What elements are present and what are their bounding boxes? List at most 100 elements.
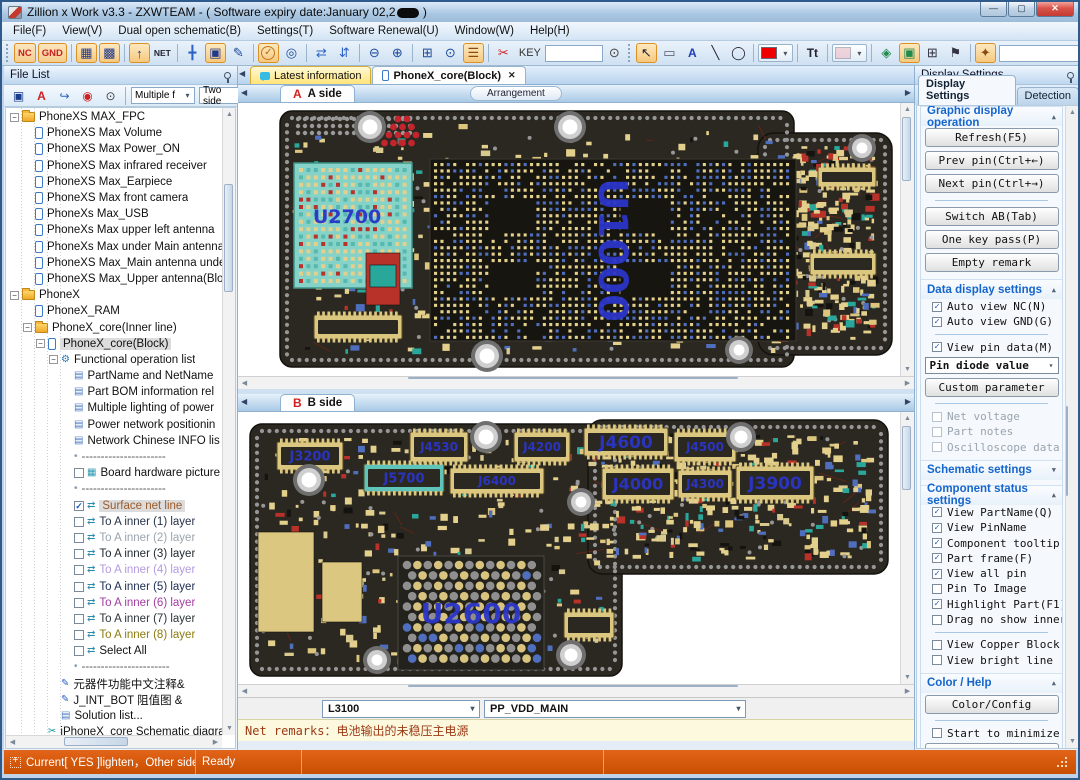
custom-parameter-button[interactable]: Custom parameter	[925, 378, 1059, 397]
checkbox-view-all-pin[interactable]: ✓View all pin	[921, 566, 1062, 581]
export-icon[interactable]: ↪	[54, 86, 75, 106]
section-header-graphic-display-operation[interactable]: Graphic display operation▲	[921, 106, 1062, 126]
select-cursor-icon[interactable]: ↖	[636, 43, 657, 63]
checkbox-icon[interactable]: ✓	[932, 302, 942, 312]
checkbox-icon[interactable]	[932, 655, 942, 665]
checkbox-icon[interactable]: ✓	[932, 569, 942, 579]
search-icon[interactable]: ⊙	[100, 86, 121, 106]
a-side-tab[interactable]: A A side	[280, 85, 355, 102]
snapshot-icon[interactable]: ◈	[876, 43, 897, 63]
tree-item-phonexs-max-upper-left-antenna[interactable]: PhoneXs Max upper left antenna	[6, 222, 222, 238]
collapse-icon[interactable]: ▲	[1052, 491, 1056, 499]
find-part-icon[interactable]: ⊙	[440, 43, 461, 63]
top-side-icon[interactable]: ▦	[76, 43, 97, 63]
tree-item-phonexs-max-earpiece[interactable]: PhoneXS Max_Earpiece	[6, 174, 222, 190]
one-key-pass-p-button[interactable]: One key pass(P)	[925, 230, 1059, 249]
tab-latest-information[interactable]: Latest information	[250, 66, 371, 84]
multiple-file-combo[interactable]: Multiple f▾	[131, 87, 195, 104]
nc-button[interactable]: NC	[14, 43, 36, 63]
a-scroll-right-icon[interactable]: ▶	[905, 88, 911, 97]
tree-item-solution-list[interactable]: ▤Solution list...	[6, 708, 222, 724]
part-combo[interactable]: L3100 ▾	[322, 700, 480, 718]
font-tool-icon[interactable]: Tt	[802, 43, 823, 63]
section-header-color-help[interactable]: Color / Help▲	[921, 673, 1062, 693]
tree-item-phonex-core-block[interactable]: −PhoneX_core(Block)	[6, 336, 222, 352]
tree-item-to-a-inner-5-layer[interactable]: ⇄To A inner (5) layer	[6, 578, 222, 594]
tree-item-phonexs-max-under-main-antenna-s[interactable]: PhoneXs Max under Main antenna s	[6, 239, 222, 255]
tree-item-part-bom-information-rel[interactable]: ▤Part BOM information rel	[6, 384, 222, 400]
menu-item[interactable]: Window(W)	[447, 23, 522, 39]
b-scroll-right-icon[interactable]: ▶	[905, 397, 911, 406]
checkbox-part-notes[interactable]: Part notes	[921, 424, 1062, 439]
clear-mark-icon[interactable]: ✂	[493, 43, 514, 63]
checkbox-icon[interactable]: ✓	[932, 553, 942, 563]
tree-item-to-a-inner-4-layer[interactable]: ⇄To A inner (4) layer	[6, 562, 222, 578]
tree-item-partname-and-netname[interactable]: ▤PartName and NetName	[6, 368, 222, 384]
board-a-view[interactable]: U2700U1000	[238, 103, 900, 376]
checkbox-icon[interactable]	[932, 584, 942, 594]
key-search-icon[interactable]: ⊙	[604, 43, 625, 63]
collapse-icon[interactable]: ▲	[1052, 286, 1056, 294]
bottom-side-icon[interactable]: ▩	[99, 43, 120, 63]
ruler-icon[interactable]: ▭	[659, 43, 680, 63]
tree-item-select-all[interactable]: ⇄Select All	[6, 643, 222, 659]
tree-item-phonexs-max-main-antenna-under[interactable]: PhoneXS Max_Main antenna under	[6, 255, 222, 271]
key-input[interactable]	[545, 45, 603, 62]
checkbox-auto-view-nc-n[interactable]: ✓Auto view NC(N)	[921, 299, 1062, 314]
tree-checkbox[interactable]	[74, 565, 84, 575]
help-h-button[interactable]: Help(H)	[925, 743, 1059, 749]
color-config-button[interactable]: Color/Config	[925, 695, 1059, 714]
tree-expander-icon[interactable]: −	[10, 113, 19, 122]
net-combo[interactable]: PP_VDD_MAIN ▾	[484, 700, 746, 718]
checkbox-icon[interactable]: ✓	[932, 342, 942, 352]
b-view-vscrollbar[interactable]: ▲ ▼	[900, 412, 914, 684]
checkbox-icon[interactable]	[932, 412, 942, 422]
tab-detection[interactable]: Detection	[1017, 87, 1079, 105]
checkbox-view-pin-data-m[interactable]: ✓View pin data(M)	[921, 340, 1062, 355]
section-header-component-status-settings[interactable]: Component status settings▲	[921, 485, 1062, 505]
a-scroll-left-icon[interactable]: ◀	[241, 88, 247, 97]
checkbox-icon[interactable]	[932, 615, 942, 625]
fill-color-picker[interactable]: ▾	[832, 44, 867, 62]
section-header-schematic-settings[interactable]: Schematic settings▼	[921, 460, 1062, 480]
gnd-button[interactable]: GND	[38, 43, 67, 63]
tree-checkbox[interactable]	[74, 549, 84, 559]
split-window-icon[interactable]: ⊞	[922, 43, 943, 63]
prev-pin-ctrl-button[interactable]: Prev pin(Ctrl+←)	[925, 151, 1059, 170]
tree-item-phonexs-max-power-on[interactable]: PhoneXS Max Power_ON	[6, 141, 222, 157]
checkbox-icon[interactable]	[932, 427, 942, 437]
checkbox-view-pinname[interactable]: ✓View PinName	[921, 520, 1062, 535]
section-header-data-display-settings[interactable]: Data display settings▲	[921, 279, 1062, 299]
tree-item-[interactable]: •----------------------	[6, 449, 222, 465]
checkbox-view-copper-block[interactable]: View Copper Block	[921, 637, 1062, 652]
arrangement-button[interactable]: Arrangement	[470, 86, 562, 101]
part-history-combo[interactable]: ▾	[999, 45, 1078, 62]
tree-item-to-a-inner-2-layer[interactable]: ⇄To A inner (2) layer	[6, 530, 222, 546]
copy-icon[interactable]: ▣	[8, 86, 29, 106]
tree-item-network-chinese-info-lis[interactable]: ▤Network Chinese INFO lis	[6, 433, 222, 449]
board-b-view[interactable]: J3200J4530J4200J4600J4500J5700J6400J4000…	[238, 412, 900, 684]
close-button[interactable]: ✕	[1036, 2, 1074, 17]
pin-panel-icon[interactable]	[1067, 72, 1074, 79]
draw-color-picker[interactable]: ▾	[758, 44, 793, 62]
tree-item-phonexs-max-usb[interactable]: PhoneXs Max_USB	[6, 206, 222, 222]
text-tool-icon[interactable]: A	[682, 43, 703, 63]
checkbox-icon[interactable]: ✓	[932, 317, 942, 327]
tree-item-[interactable]: •-----------------------	[6, 659, 222, 675]
cart-icon[interactable]: ✦	[975, 43, 996, 63]
pin-panel-icon[interactable]	[224, 72, 231, 79]
tree-checkbox[interactable]	[74, 582, 84, 592]
zoom-in-icon[interactable]: ⊕	[387, 43, 408, 63]
menu-item[interactable]: Help(H)	[522, 23, 578, 39]
next-pin-ctrl-button[interactable]: Next pin(Ctrl+→)	[925, 174, 1059, 193]
tree-checkbox[interactable]	[74, 533, 84, 543]
tree-item-phonexs-max-front-camera[interactable]: PhoneXS Max front camera	[6, 190, 222, 206]
settings-vscrollbar[interactable]: ▲ ▼	[1065, 106, 1078, 748]
a-view-hscrollbar[interactable]: ◀ ▶	[238, 376, 914, 389]
locate-pin-icon[interactable]: ◉	[77, 86, 98, 106]
tree-expander-icon[interactable]: −	[49, 355, 58, 364]
tree-item-phonexs-max-volume[interactable]: PhoneXS Max Volume	[6, 125, 222, 141]
line-tool-icon[interactable]: ╲	[705, 43, 726, 63]
tree-item-functional-operation-list[interactable]: −⚙Functional operation list	[6, 352, 222, 368]
net-search-icon[interactable]: NET	[152, 43, 173, 63]
